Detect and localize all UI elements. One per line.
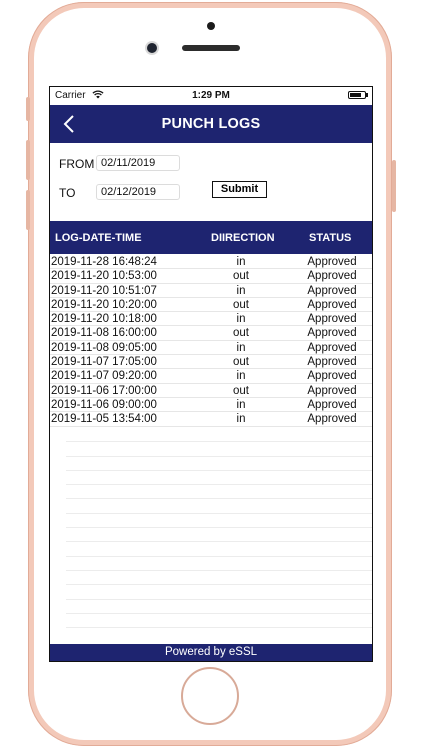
- volume-down-button: [26, 190, 30, 230]
- from-label: FROM: [59, 157, 95, 171]
- log-status: Approved: [307, 356, 357, 369]
- log-datetime: 2019-11-07 09:20:00: [51, 370, 157, 383]
- log-status: Approved: [307, 398, 357, 411]
- home-button[interactable]: [181, 667, 239, 725]
- log-direction: out: [233, 327, 249, 340]
- table-row: 2019-11-08 16:00:00 out Approved: [50, 326, 372, 341]
- log-datetime: 2019-11-20 10:51:07: [51, 284, 157, 297]
- log-direction: in: [236, 341, 246, 354]
- log-direction: in: [236, 370, 246, 383]
- log-direction: in: [236, 413, 246, 426]
- divider: [66, 471, 372, 486]
- from-date-field[interactable]: 02/11/2019: [96, 155, 180, 171]
- empty-list-area: [66, 428, 372, 643]
- log-status: Approved: [307, 370, 357, 383]
- divider: [66, 485, 372, 500]
- footer: Powered by eSSL: [50, 644, 372, 661]
- log-datetime: 2019-11-08 16:00:00: [51, 327, 157, 340]
- log-direction: in: [236, 313, 246, 326]
- divider: [66, 600, 372, 614]
- status-time: 1:29 PM: [192, 90, 230, 101]
- submit-button[interactable]: Submit: [212, 181, 267, 198]
- app-screen: Carrier 1:29 PM PUNCH LOGS FROM 02/11/20…: [49, 86, 373, 662]
- divider: [66, 499, 372, 514]
- log-direction: out: [233, 270, 249, 283]
- log-status: Approved: [307, 341, 357, 354]
- log-direction: out: [233, 298, 249, 311]
- log-datetime: 2019-11-20 10:20:00: [51, 298, 157, 311]
- battery-tip: [366, 93, 368, 97]
- log-datetime: 2019-11-08 09:05:00: [51, 341, 157, 354]
- divider: [66, 457, 372, 471]
- table-row: 2019-11-28 16:48:24 in Approved: [50, 255, 372, 270]
- log-status: Approved: [307, 284, 357, 297]
- divider: [66, 442, 372, 457]
- log-direction: out: [233, 356, 249, 369]
- log-status: Approved: [307, 327, 357, 340]
- table-row: 2019-11-20 10:51:07 in Approved: [50, 284, 372, 298]
- table-row: 2019-11-05 13:54:00 in Approved: [50, 412, 372, 427]
- table-row: 2019-11-06 17:00:00 out Approved: [50, 384, 372, 398]
- divider: [66, 557, 372, 571]
- date-filter-form: FROM 02/11/2019 TO 02/12/2019 Submit: [50, 143, 372, 219]
- table-row: 2019-11-20 10:18:00 in Approved: [50, 312, 372, 327]
- table-row: 2019-11-07 17:05:00 out Approved: [50, 355, 372, 370]
- front-camera: [147, 43, 157, 53]
- front-sensor: [207, 22, 215, 30]
- table-header: LOG-DATE-TIME DIIRECTION STATUS: [50, 221, 372, 254]
- log-datetime: 2019-11-07 17:05:00: [51, 356, 157, 369]
- log-direction: in: [236, 398, 246, 411]
- log-datetime: 2019-11-05 13:54:00: [51, 413, 157, 426]
- divider: [66, 528, 372, 543]
- table-row: 2019-11-20 10:20:00 out Approved: [50, 298, 372, 313]
- divider: [66, 428, 372, 443]
- app-header: PUNCH LOGS: [50, 105, 372, 143]
- log-status: Approved: [307, 413, 357, 426]
- log-datetime: 2019-11-06 17:00:00: [51, 384, 157, 397]
- log-datetime: 2019-11-20 10:18:00: [51, 313, 157, 326]
- table-row: 2019-11-20 10:53:00 out Approved: [50, 269, 372, 284]
- volume-up-button: [26, 140, 30, 180]
- to-date-field[interactable]: 02/12/2019: [96, 184, 180, 200]
- column-header-direction: DIIRECTION: [211, 232, 275, 244]
- earpiece-speaker: [182, 45, 240, 51]
- log-status: Approved: [307, 313, 357, 326]
- table-row: 2019-11-06 09:00:00 in Approved: [50, 398, 372, 413]
- mute-switch: [26, 97, 30, 121]
- log-status: Approved: [307, 270, 357, 283]
- divider: [66, 585, 372, 600]
- log-direction: in: [236, 256, 246, 268]
- log-datetime: 2019-11-06 09:00:00: [51, 398, 157, 411]
- divider: [66, 571, 372, 586]
- page-title: PUNCH LOGS: [161, 116, 261, 132]
- divider: [66, 542, 372, 557]
- log-datetime: 2019-11-28 16:48:24: [51, 256, 157, 268]
- table-row: 2019-11-07 09:20:00 in Approved: [50, 369, 372, 384]
- log-direction: out: [233, 384, 249, 397]
- log-status: Approved: [307, 256, 357, 268]
- power-button: [392, 160, 396, 212]
- table-row: 2019-11-08 09:05:00 in Approved: [50, 341, 372, 356]
- status-bar: Carrier 1:29 PM: [50, 87, 372, 105]
- punch-log-list: 2019-11-28 16:48:24 in Approved 2019-11-20…: [50, 255, 372, 427]
- divider: [66, 514, 372, 529]
- log-direction: in: [236, 284, 246, 297]
- log-status: Approved: [307, 298, 357, 311]
- column-header-status: STATUS: [309, 232, 352, 244]
- battery-icon: [348, 91, 366, 99]
- column-header-log-date-time: LOG-DATE-TIME: [55, 232, 142, 244]
- divider: [66, 614, 372, 629]
- log-status: Approved: [307, 384, 357, 397]
- to-label: TO: [59, 186, 76, 200]
- log-datetime: 2019-11-20 10:53:00: [51, 270, 157, 283]
